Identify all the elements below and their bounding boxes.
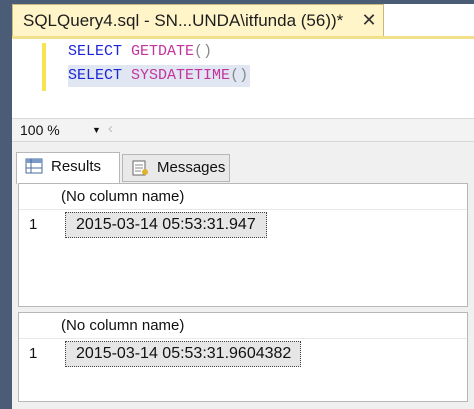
result-cell[interactable]: 2015-03-14 05:53:31.947 [65, 212, 267, 238]
column-header[interactable]: (No column name) [61, 317, 184, 334]
row-number[interactable]: 1 [29, 216, 37, 233]
tab-results-label: Results [51, 158, 102, 175]
parens: () [194, 43, 213, 60]
code-line-2[interactable]: SELECT SYSDATETIME() [68, 65, 251, 87]
query-editor[interactable]: SELECT GETDATE() SELECT SYSDATETIME() [12, 36, 474, 118]
messages-icon [132, 160, 148, 176]
zoom-dropdown[interactable]: 100 % ▼ [16, 121, 102, 140]
grid-icon [25, 158, 43, 174]
close-icon[interactable]: ✕ [359, 9, 379, 31]
scroll-left-icon[interactable]: ‹ [108, 120, 113, 137]
row-number[interactable]: 1 [29, 345, 37, 362]
results-pane: Results Messages (No column name) 1 2015… [12, 142, 474, 409]
chevron-down-icon[interactable]: ▼ [92, 121, 101, 140]
function-name: SYSDATETIME [131, 67, 231, 84]
zoom-value: 100 % [20, 122, 60, 138]
query-document-tab[interactable]: SQLQuery4.sql - SN...UNDA\itfunda (56))*… [12, 4, 384, 36]
code-line-1[interactable]: SELECT GETDATE() [68, 41, 212, 63]
result-grid-2[interactable]: (No column name) 1 2015-03-14 05:53:31.9… [18, 312, 468, 402]
row-divider [19, 338, 467, 339]
result-cell[interactable]: 2015-03-14 05:53:31.9604382 [65, 341, 301, 367]
ide-frame-left [0, 0, 12, 409]
tab-messages[interactable]: Messages [122, 154, 230, 182]
keyword: SELECT [68, 67, 123, 84]
tab-results[interactable]: Results [16, 152, 120, 184]
zoom-bar: 100 % ▼ ‹ [12, 118, 474, 142]
function-name: GETDATE [131, 43, 195, 60]
column-header[interactable]: (No column name) [61, 188, 184, 205]
result-grid-1[interactable]: (No column name) 1 2015-03-14 05:53:31.9… [18, 183, 468, 307]
keyword: SELECT [68, 43, 123, 60]
row-divider [19, 209, 467, 210]
tab-messages-label: Messages [157, 159, 226, 176]
changed-lines-marker [42, 43, 46, 91]
parens: () [230, 67, 249, 84]
document-tab-title: SQLQuery4.sql - SN...UNDA\itfunda (56))* [23, 11, 344, 30]
